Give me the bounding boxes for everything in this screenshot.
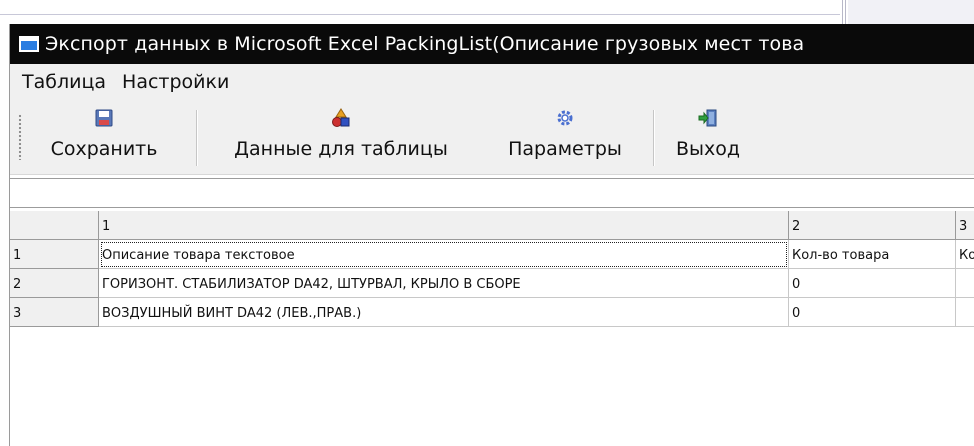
row-header[interactable]: 1 bbox=[10, 240, 99, 269]
parameters-button[interactable]: Параметры bbox=[490, 108, 640, 168]
grid-cell[interactable]: Кол-во товара bbox=[789, 240, 956, 269]
grid-cell[interactable] bbox=[956, 298, 974, 327]
grid-cell[interactable]: 0 bbox=[789, 269, 956, 298]
grid-header-row: 1 2 3 bbox=[10, 211, 974, 240]
table-row: 3 ВОЗДУШНЫЙ ВИНТ DA42 (ЛЕВ.,ПРАВ.) 0 bbox=[10, 298, 974, 327]
gear-icon bbox=[556, 108, 574, 128]
window-title: Экспорт данных в Microsoft Excel Packing… bbox=[45, 33, 805, 55]
parameters-button-label: Параметры bbox=[508, 138, 622, 160]
filter-input[interactable] bbox=[10, 178, 974, 208]
background-app-strip bbox=[0, 0, 974, 22]
save-button[interactable]: Сохранить bbox=[24, 108, 184, 168]
save-button-label: Сохранить bbox=[50, 138, 158, 160]
exit-button-label: Выход bbox=[675, 138, 741, 160]
table-row: 2 ГОРИЗОНТ. СТАБИЛИЗАТОР DA42, ШТУРВАЛ, … bbox=[10, 269, 974, 298]
row-header[interactable]: 3 bbox=[10, 298, 99, 327]
column-header[interactable]: 2 bbox=[789, 211, 956, 240]
exit-button[interactable]: Выход bbox=[663, 108, 753, 168]
grid-cell[interactable]: Ко bbox=[956, 240, 974, 269]
toolbar-separator bbox=[196, 110, 198, 166]
shapes-data-icon bbox=[331, 108, 351, 128]
export-window: Экспорт данных в Microsoft Excel Packing… bbox=[9, 24, 974, 446]
grid-cell[interactable]: ВОЗДУШНЫЙ ВИНТ DA42 (ЛЕВ.,ПРАВ.) bbox=[99, 298, 789, 327]
grid-cell[interactable]: 0 bbox=[789, 298, 956, 327]
door-exit-icon bbox=[698, 108, 718, 128]
column-header[interactable]: 3 bbox=[956, 211, 974, 240]
grid-cell[interactable]: Описание товара текстовое bbox=[99, 240, 789, 269]
grid-cell[interactable]: ГОРИЗОНТ. СТАБИЛИЗАТОР DA42, ШТУРВАЛ, КР… bbox=[99, 269, 789, 298]
menu-table[interactable]: Таблица bbox=[16, 71, 112, 93]
table-row: 1 Описание товара текстовое Кол-во товар… bbox=[10, 240, 974, 269]
toolbar-grip[interactable] bbox=[18, 114, 22, 160]
table-data-button-label: Данные для таблицы bbox=[234, 138, 448, 160]
row-header[interactable]: 2 bbox=[10, 269, 99, 298]
table-data-button[interactable]: Данные для таблицы bbox=[206, 108, 476, 168]
background-panel bbox=[848, 0, 974, 24]
background-divider bbox=[0, 14, 840, 15]
floppy-disk-icon bbox=[95, 108, 113, 128]
menu-bar: Таблица Настройки bbox=[10, 64, 974, 100]
title-bar[interactable]: Экспорт данных в Microsoft Excel Packing… bbox=[10, 24, 974, 64]
background-splitter bbox=[842, 0, 843, 24]
data-grid: 1 2 3 1 Описание товара текстовое Кол-во… bbox=[10, 211, 974, 446]
grid-corner-cell[interactable] bbox=[10, 211, 99, 240]
grid-cell[interactable] bbox=[956, 269, 974, 298]
menu-settings[interactable]: Настройки bbox=[116, 71, 235, 93]
toolbar: Сохранить Данные для таблицы Параметры В… bbox=[10, 100, 974, 175]
toolbar-separator bbox=[653, 110, 655, 166]
background-splitter bbox=[845, 0, 846, 24]
column-header[interactable]: 1 bbox=[99, 211, 789, 240]
window-app-icon bbox=[19, 36, 39, 52]
